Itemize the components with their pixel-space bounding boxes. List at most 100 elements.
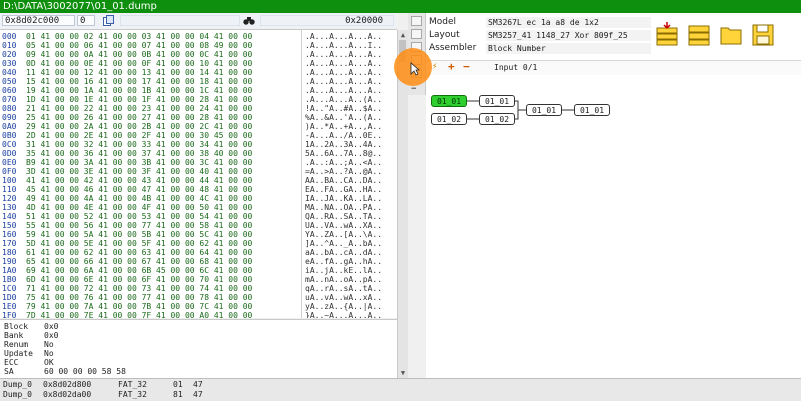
graph-toolbar: ⚡ + − Input 0/1 (426, 60, 801, 76)
download-stack-icon[interactable] (656, 22, 678, 46)
hex-row[interactable]: 120 49 41 00 00 4A 41 00 00 4B 41 00 00 4… (0, 194, 397, 203)
info-value: OK (44, 358, 54, 367)
copy-icon[interactable] (103, 15, 115, 26)
dump-list[interactable]: Dump_0 0x8d02d800 FAT_32 01 47 Dump_0 0x8d02da… (0, 378, 801, 401)
hex-offset: 070 (2, 95, 17, 104)
hex-row[interactable]: 0E0 B9 41 00 00 3A 41 00 00 3B 41 00 00 3… (0, 158, 397, 167)
remove-icon[interactable]: − (463, 60, 470, 73)
add-icon[interactable]: + (448, 60, 455, 73)
hex-row[interactable]: 1E0 79 41 00 00 7A 41 00 00 7B 41 00 00 7… (0, 302, 397, 311)
hex-row[interactable]: 190 65 41 00 00 66 41 00 00 67 41 00 00 6… (0, 257, 397, 266)
hex-ascii: AA..BA..CA..DA.. (305, 176, 383, 185)
hex-bytes: 4D 41 00 00 4E 41 00 00 4F 41 00 00 50 4… (26, 203, 253, 212)
graph-node[interactable]: 01_02 (431, 113, 467, 125)
hex-row[interactable]: 030 0D 41 00 00 0E 41 00 00 0F 41 00 00 1… (0, 59, 397, 68)
hex-ascii: QA..RA..SA..TA.. (305, 212, 383, 221)
save-icon[interactable] (752, 22, 774, 46)
hex-row[interactable]: 090 25 41 00 00 26 41 00 00 27 41 00 00 2… (0, 113, 397, 122)
hex-row[interactable]: 0C0 31 41 00 00 32 41 00 00 33 41 00 00 3… (0, 140, 397, 149)
hex-bytes: 41 41 00 00 42 41 00 00 43 41 00 00 44 4… (26, 176, 253, 185)
hex-ascii: yA..zA..{A..|A.. (305, 302, 383, 311)
scroll-up-icon[interactable]: ▲ (398, 30, 408, 40)
hex-bytes: 15 41 00 00 16 41 00 00 17 41 00 00 18 4… (26, 77, 253, 86)
hex-bytes: 11 41 00 00 12 41 00 00 13 41 00 00 14 4… (26, 68, 253, 77)
folder-icon[interactable] (720, 22, 742, 46)
dump-a: 01 (173, 380, 183, 389)
stack-icon[interactable] (688, 22, 710, 46)
hex-row[interactable]: 1D0 75 41 00 00 76 41 00 00 77 41 00 00 7… (0, 293, 397, 302)
model-row: Model SM3267L ec 1a a8 de 1x2 (429, 17, 659, 28)
binoculars-icon[interactable] (243, 16, 255, 26)
graph-node[interactable]: 01_01 (574, 104, 610, 116)
hex-bytes: 45 41 00 00 46 41 00 00 47 41 00 00 48 4… (26, 185, 253, 194)
hex-row[interactable]: 010 05 41 00 00 06 41 00 00 07 41 00 00 0… (0, 41, 397, 50)
hex-offset: 050 (2, 77, 17, 86)
hex-ascii: MA..NA..OA..PA.. (305, 203, 383, 212)
hex-row[interactable]: 160 59 41 00 00 5A 41 00 00 5B 41 00 00 5… (0, 230, 397, 239)
dump-b: 47 (193, 390, 203, 399)
hex-bytes: 3D 41 00 00 3E 41 00 00 3F 41 00 00 40 4… (26, 167, 253, 176)
hex-bytes: 79 41 00 00 7A 41 00 00 7B 41 00 00 7C 4… (26, 302, 253, 311)
hex-offset: 080 (2, 104, 17, 113)
graph-node[interactable]: 01_01 (526, 104, 562, 116)
hex-row[interactable]: 000 01 41 00 00 02 41 00 00 03 41 00 00 0… (0, 32, 397, 41)
hex-bytes: 55 41 00 00 56 41 00 00 77 41 00 00 58 4… (26, 221, 253, 230)
hex-row[interactable]: 130 4D 41 00 00 4E 41 00 00 4F 41 00 00 5… (0, 203, 397, 212)
info-row: Update No (4, 349, 54, 358)
list-icon[interactable] (411, 16, 422, 26)
address-field[interactable]: 0x8d02c000 (2, 15, 75, 26)
hex-ascii: .A...A...A...A.. (305, 32, 383, 41)
info-value: 0x0 (44, 322, 59, 331)
hex-row[interactable]: 100 41 41 00 00 42 41 00 00 43 41 00 00 4… (0, 176, 397, 185)
hex-offset: 150 (2, 221, 17, 230)
hex-offset: 0C0 (2, 140, 17, 149)
size-field: 0x20000 (260, 15, 394, 26)
hex-offset: 180 (2, 248, 17, 257)
hex-row[interactable]: 150 55 41 00 00 56 41 00 00 77 41 00 00 5… (0, 221, 397, 230)
hex-ascii: YA..ZA..[A..\A.. (305, 230, 383, 239)
hex-row[interactable]: 040 11 41 00 00 12 41 00 00 13 41 00 00 1… (0, 68, 397, 77)
hex-view[interactable]: 000 01 41 00 00 02 41 00 00 03 41 00 00 0… (0, 30, 397, 318)
hex-row[interactable]: 110 45 41 00 00 46 41 00 00 47 41 00 00 4… (0, 185, 397, 194)
hex-row[interactable]: 1A0 69 41 00 00 6A 41 00 00 6B 45 00 00 6… (0, 266, 397, 275)
wand-icon[interactable]: ⚡ (432, 62, 437, 72)
hex-row[interactable]: 060 19 41 00 00 1A 41 00 00 1B 41 00 00 1… (0, 86, 397, 95)
hex-row[interactable]: 080 21 41 00 00 22 41 00 00 23 41 00 00 2… (0, 104, 397, 113)
hex-row[interactable]: 050 15 41 00 00 16 41 00 00 17 41 00 00 1… (0, 77, 397, 86)
hex-row[interactable]: 170 5D 41 00 00 5E 41 00 00 5F 41 00 00 6… (0, 239, 397, 248)
hex-bytes: 21 41 00 00 22 41 00 00 23 41 00 00 24 4… (26, 104, 253, 113)
window-title-bar: D:\DATA\3002077\01_01.dump (0, 0, 801, 13)
hex-offset: 1B0 (2, 275, 17, 284)
input-counter: Input 0/1 (494, 63, 538, 72)
hex-row[interactable]: 140 51 41 00 00 52 41 00 00 53 41 00 00 5… (0, 212, 397, 221)
hex-row[interactable]: 0D0 35 41 00 00 36 41 00 00 37 41 00 00 3… (0, 149, 397, 158)
hex-ascii: .A...A...A...A.. (305, 86, 383, 95)
assembler-row: Assembler Block Number (429, 43, 659, 54)
graph-node[interactable]: 01_02 (479, 113, 515, 125)
hex-row[interactable]: 1F0 7D 41 00 00 7E 41 00 00 7F 41 00 00 A… (0, 311, 397, 318)
hex-offset: 110 (2, 185, 17, 194)
info-label: ECC (4, 358, 19, 367)
info-label: SA (4, 367, 14, 376)
hex-row[interactable]: 020 09 41 00 00 0A 41 00 00 0B 41 00 00 0… (0, 50, 397, 59)
graph-canvas[interactable]: 01_01 01_01 01_02 01_02 01_01 01_01 (426, 75, 801, 378)
hex-row[interactable]: 0A0 29 41 00 00 2A 41 00 00 2B 41 00 00 2… (0, 122, 397, 131)
hex-row[interactable]: 0F0 3D 41 00 00 3E 41 00 00 3F 41 00 00 4… (0, 167, 397, 176)
offset-field[interactable]: 0 (77, 15, 95, 26)
refresh-icon[interactable] (411, 29, 422, 39)
hex-offset: 000 (2, 32, 17, 41)
hex-row[interactable]: 1B0 6D 41 00 00 6E 41 00 00 6F 41 00 00 7… (0, 275, 397, 284)
graph-node[interactable]: 01_01 (431, 95, 467, 107)
hex-row[interactable]: 1C0 71 41 00 00 72 41 00 00 73 41 00 00 7… (0, 284, 397, 293)
scroll-down-icon[interactable]: ▼ (398, 368, 408, 378)
hex-offset: 0E0 (2, 158, 17, 167)
graph-node[interactable]: 01_01 (479, 95, 515, 107)
hex-row[interactable]: 0B0 2D 41 00 00 2E 41 00 00 2F 41 00 00 3… (0, 131, 397, 140)
hex-row[interactable]: 180 61 41 00 00 62 41 00 00 63 41 00 00 6… (0, 248, 397, 257)
hex-bytes: 09 41 00 00 0A 41 00 00 0B 41 00 00 0C 4… (26, 50, 253, 59)
hex-row[interactable]: 070 1D 41 00 00 1E 41 00 00 1F 41 00 00 2… (0, 95, 397, 104)
search-input[interactable] (120, 15, 240, 26)
assembler-value[interactable]: Block Number (486, 43, 651, 54)
info-value: No (44, 349, 54, 358)
hex-bytes: 29 41 00 00 2A 41 00 00 2B 41 00 00 2C 4… (26, 122, 253, 131)
